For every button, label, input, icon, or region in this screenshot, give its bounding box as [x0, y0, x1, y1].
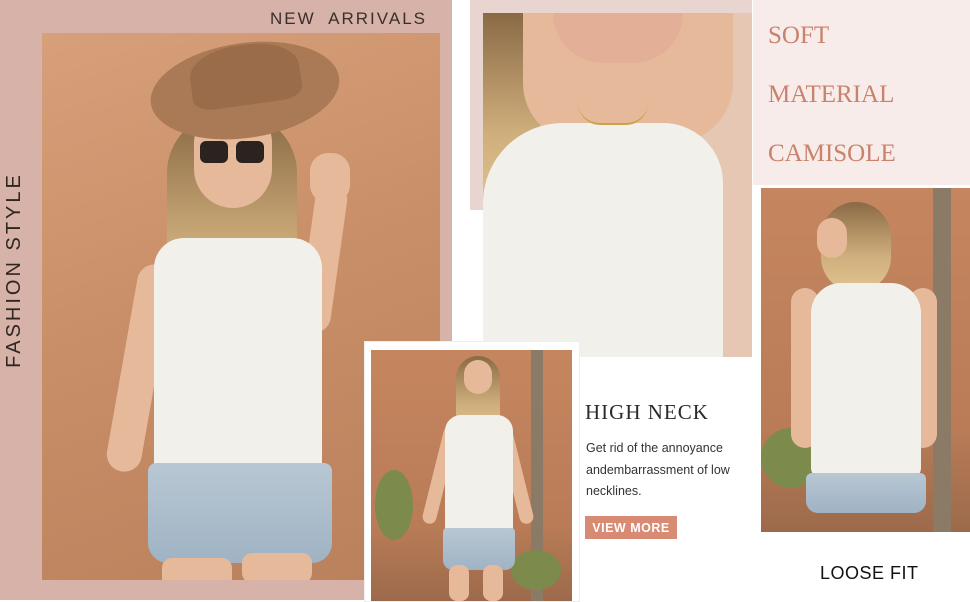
denim-shorts — [148, 463, 332, 563]
camisole-back — [811, 283, 921, 478]
front-model-photo — [371, 350, 572, 601]
high-neck-description: Get rid of the annoyance andembarrassmen… — [586, 441, 730, 498]
necklace — [578, 103, 648, 125]
camisole-closeup — [483, 123, 723, 357]
loose-fit-label: LOOSE FIT — [820, 563, 919, 583]
fashion-style-label: FASHION STYLE — [3, 172, 25, 368]
feature-title-camisole: CAMISOLE — [768, 140, 896, 167]
sunglasses — [200, 141, 268, 165]
feature-title-material: MATERIAL — [768, 81, 895, 108]
feature-title-soft: SOFT — [768, 22, 830, 49]
new-arrivals-label: NEW ARRIVALS — [270, 9, 427, 28]
white-camisole — [154, 238, 322, 488]
front-photo-card — [364, 341, 580, 602]
back-view-photo — [761, 188, 970, 532]
closeup-photo — [483, 13, 752, 357]
view-more-button[interactable]: VIEW MORE — [585, 516, 677, 539]
view-more-label: VIEW MORE — [592, 520, 670, 535]
high-neck-title: HIGH NECK — [585, 400, 709, 424]
